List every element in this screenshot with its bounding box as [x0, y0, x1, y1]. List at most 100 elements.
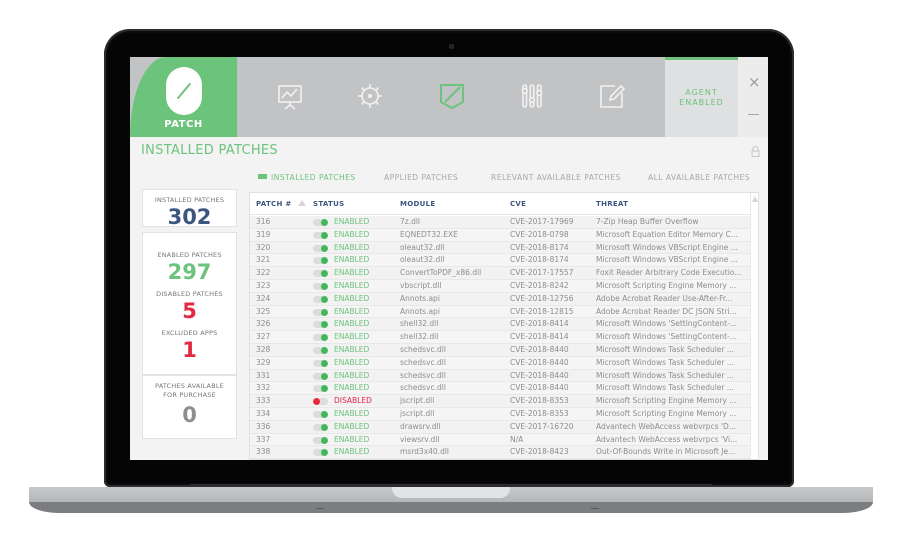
cve-id: N/A — [510, 434, 524, 444]
table-row[interactable]: 324 ENABLED Annots.api CVE-2018-12756 Adobe … — [250, 292, 750, 306]
module-name: schedsvc.dll — [400, 370, 446, 380]
table-scrollbar[interactable] — [750, 193, 758, 459]
table-row[interactable]: 334 ENABLED jscript.dll CVE-2018-8353 Micros… — [250, 407, 750, 421]
tab-relevant-available-patches[interactable]: RELEVANT AVAILABLE PATCHES — [491, 173, 621, 182]
table-row[interactable]: 322 ENABLED ConvertToPDF_x86.dll CVE-2017-1… — [250, 267, 750, 280]
lock-icon[interactable] — [751, 146, 760, 157]
module-name: schedsvc.dll — [400, 357, 446, 367]
status-toggle[interactable] — [313, 449, 328, 457]
cve-id: CVE-2017-16720 — [510, 421, 574, 431]
patch-number: 322 — [256, 268, 271, 278]
status-toggle[interactable] — [313, 410, 328, 418]
table-row[interactable]: 337 ENABLED viewsrv.dll N/A Advantech WebAcc… — [250, 433, 750, 447]
agent-status-line1: AGENT — [685, 88, 718, 97]
laptop-base-bottom — [29, 502, 873, 513]
table-row[interactable]: 320 ENABLED oleaut32.dll CVE-2018-8174 Micro… — [250, 241, 750, 255]
table-row[interactable]: 336 ENABLED drawsrv.dll CVE-2017-16720 Advan… — [250, 420, 750, 434]
threat-description: Microsoft Windows Task Scheduler ... — [596, 370, 735, 380]
threat-description: 7-Zip Heap Buffer Overflow — [596, 217, 699, 226]
table-header: PATCH # STATUS MODULE CVE THREAT — [250, 193, 750, 215]
module-name: jscript.dll — [400, 396, 435, 406]
table-row[interactable]: 325 ENABLED Annots.api CVE-2018-12815 Adobe … — [250, 305, 750, 319]
table-row[interactable]: 329 ENABLED schedsvc.dll CVE-2018-8440 Micro… — [250, 356, 750, 370]
status-toggle[interactable] — [313, 398, 328, 406]
threat-description: Microsoft Windows Task Scheduler ... — [596, 383, 735, 393]
status-toggle[interactable] — [313, 423, 328, 431]
status-text: ENABLED — [334, 255, 370, 265]
status-text: ENABLED — [334, 344, 370, 354]
tab-installed-patches[interactable]: INSTALLED PATCHES — [258, 173, 356, 182]
tab-applied-patches[interactable]: APPLIED PATCHES — [384, 173, 458, 182]
threat-description: Microsoft Scripting Engine Memory ... — [596, 280, 737, 290]
column-header-module[interactable]: MODULE — [400, 200, 435, 208]
scroll-up-icon[interactable] — [752, 196, 758, 202]
status-text: ENABLED — [334, 383, 370, 393]
column-header-patch[interactable]: PATCH # — [256, 200, 306, 208]
status-toggle[interactable] — [313, 244, 328, 252]
excluded-apps-label: EXCLUDED APPS — [161, 329, 218, 337]
minimize-icon[interactable] — [748, 114, 759, 115]
status-toggle[interactable] — [313, 436, 328, 444]
table-row[interactable]: 333 DISABLED jscript.dll CVE-2018-8353 Micro… — [250, 395, 750, 408]
module-name: ConvertToPDF_x86.dll — [400, 268, 482, 278]
table-row[interactable]: 321 ENABLED oleaut32.dll CVE-2018-8174 Micro… — [250, 254, 750, 268]
cve-id: CVE-2018-8423 — [510, 447, 569, 457]
status-toggle[interactable] — [313, 334, 328, 342]
column-header-threat[interactable]: THREAT — [596, 200, 628, 208]
table-row[interactable]: 328 ENABLED schedsvc.dll CVE-2018-8440 Micro… — [250, 343, 750, 357]
status-toggle[interactable] — [313, 385, 328, 393]
table-row[interactable]: 332 ENABLED schedsvc.dll CVE-2018-8440 Micro… — [250, 382, 750, 396]
status-toggle[interactable] — [313, 295, 328, 303]
cve-id: CVE-2018-12815 — [510, 306, 574, 316]
status-toggle[interactable] — [313, 308, 328, 316]
patch-number: 332 — [256, 383, 271, 393]
cve-id: CVE-2018-8440 — [510, 357, 569, 367]
edit-icon[interactable] — [598, 82, 626, 110]
table-row[interactable]: 327 ENABLED shell32.dll CVE-2018-8414 Micros… — [250, 331, 750, 344]
patch-module-tile[interactable]: PATCH — [130, 57, 237, 137]
shield-icon[interactable] — [438, 82, 466, 110]
table-row[interactable]: 331 ENABLED schedsvc.dll CVE-2018-8440 Micro… — [250, 369, 750, 383]
presentation-chart-icon[interactable] — [276, 82, 304, 110]
patch-number: 321 — [256, 255, 271, 265]
patch-number: 327 — [256, 332, 271, 342]
status-toggle[interactable] — [313, 270, 328, 278]
module-name: oleaut32.dll — [400, 242, 445, 252]
page-title: INSTALLED PATCHES — [141, 143, 278, 158]
status-toggle[interactable] — [313, 346, 328, 354]
sliders-icon[interactable] — [518, 82, 546, 110]
cve-id: CVE-2018-8414 — [510, 319, 569, 329]
table-row[interactable]: 319 ENABLED EQNEDT32.EXE CVE-2018-0798 Micro… — [250, 228, 750, 242]
status-toggle[interactable] — [313, 219, 328, 226]
status-toggle[interactable] — [313, 282, 328, 290]
patch-number: 336 — [256, 421, 271, 431]
status-toggle[interactable] — [313, 372, 328, 380]
table-row[interactable]: 316 ENABLED 7z.dll CVE-2017-17969 7-Zip Heap… — [250, 216, 750, 229]
webcam — [449, 44, 454, 49]
status-text: ENABLED — [334, 217, 370, 226]
agent-status-panel: AGENT ENABLED — [665, 57, 738, 137]
table-row[interactable]: 338 ENABLED msrd3x40.dll CVE-2018-8423 Out-O… — [250, 446, 750, 459]
column-header-status[interactable]: STATUS — [313, 200, 344, 208]
module-name: oleaut32.dll — [400, 255, 445, 265]
column-header-cve[interactable]: CVE — [510, 200, 526, 208]
toggle-knob — [321, 219, 328, 226]
status-toggle[interactable] — [313, 321, 328, 329]
status-toggle[interactable] — [313, 231, 328, 239]
status-text: ENABLED — [334, 319, 370, 329]
status-toggle[interactable] — [313, 359, 328, 367]
close-icon[interactable]: × — [748, 75, 761, 90]
cve-id: CVE-2018-8174 — [510, 255, 569, 265]
tab-all-available-patches[interactable]: ALL AVAILABLE PATCHES — [648, 173, 750, 182]
gear-icon[interactable] — [356, 82, 384, 110]
top-navigation-bar: PATCH AGENT ENABLED × — [130, 57, 768, 137]
threat-description: Microsoft Windows 'SettingContent-... — [596, 332, 737, 342]
patch-number: 324 — [256, 293, 271, 303]
status-toggle[interactable] — [313, 257, 328, 265]
cve-id: CVE-2018-8440 — [510, 344, 569, 354]
patch-number: 319 — [256, 229, 271, 239]
table-row[interactable]: 323 ENABLED vbscript.dll CVE-2018-8242 Micro… — [250, 279, 750, 293]
patch-number: 316 — [256, 217, 271, 226]
toggle-knob — [321, 334, 328, 342]
table-row[interactable]: 326 ENABLED shell32.dll CVE-2018-8414 Micros… — [250, 318, 750, 332]
